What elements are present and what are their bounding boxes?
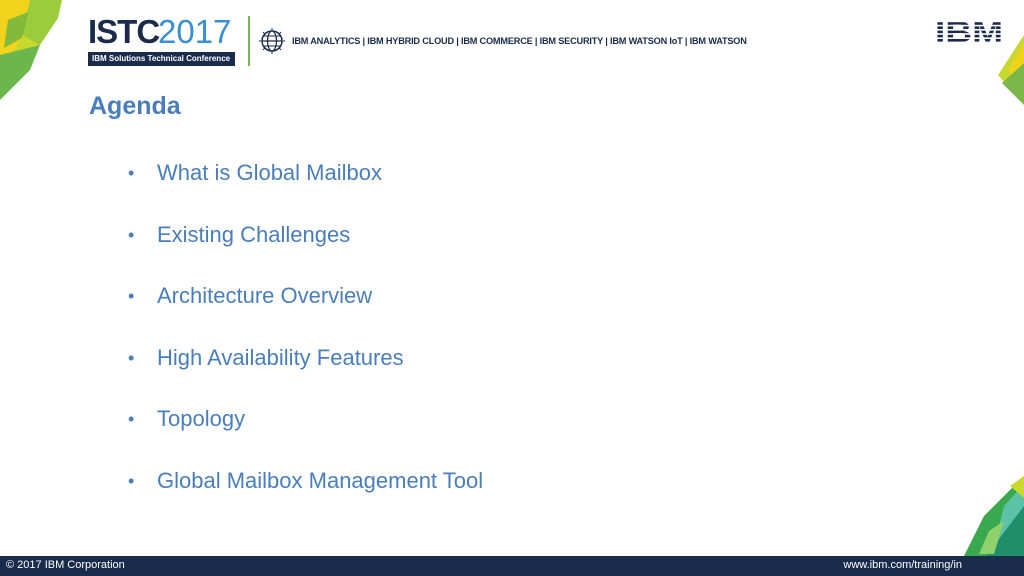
agenda-item-text: What is Global Mailbox <box>157 160 382 185</box>
ibm-logo-icon: IBM <box>935 18 1003 44</box>
list-item: • What is Global Mailbox <box>128 158 483 220</box>
footer-url: www.ibm.com/training/in <box>843 559 962 571</box>
list-item: • Global Mailbox Management Tool <box>128 466 483 528</box>
agenda-item-text: High Availability Features <box>157 344 404 370</box>
logo-word: ISTC <box>88 13 160 50</box>
agenda-item-text: Topology <box>157 406 246 431</box>
list-item: • Existing Challenges <box>128 220 483 282</box>
svg-text:IBM: IBM <box>935 18 1003 44</box>
list-item: • High Availability Features <box>128 343 483 405</box>
bullet-icon: • <box>128 224 135 245</box>
list-item: • Topology <box>128 404 483 466</box>
slide-title: Agenda <box>89 92 181 120</box>
header-divider <box>248 16 250 66</box>
agenda-item-text: Existing Challenges <box>157 221 351 247</box>
corner-decoration-icon <box>964 476 1024 556</box>
list-item: • Architecture Overview <box>128 281 483 343</box>
corner-decoration-icon <box>998 35 1024 105</box>
logo-year: 2017 <box>158 13 232 50</box>
agenda-item-text: Architecture Overview <box>157 283 373 308</box>
copyright-text: © 2017 IBM Corporation <box>6 559 125 571</box>
istc-logo: ISTC 2017 IBM Solutions Technical Confer… <box>88 14 248 70</box>
bullet-icon: • <box>128 347 135 368</box>
bullet-icon: • <box>128 409 135 429</box>
agenda-list: • What is Global Mailbox • Existing Challe… <box>128 158 483 527</box>
bullet-icon: • <box>128 163 135 183</box>
bullet-icon: • <box>128 286 135 306</box>
corner-decoration-icon <box>0 0 62 100</box>
agenda-item-text: Global Mailbox Management Tool <box>157 467 484 493</box>
brand-nav: IBM ANALYTICS | IBM HYBRID CLOUD | IBM C… <box>292 36 747 46</box>
globe-icon <box>259 28 285 54</box>
conference-label: IBM Solutions Technical Conference <box>88 52 235 66</box>
bullet-icon: • <box>128 470 135 491</box>
footer-bar: © 2017 IBM Corporation www.ibm.com/train… <box>0 556 1024 576</box>
